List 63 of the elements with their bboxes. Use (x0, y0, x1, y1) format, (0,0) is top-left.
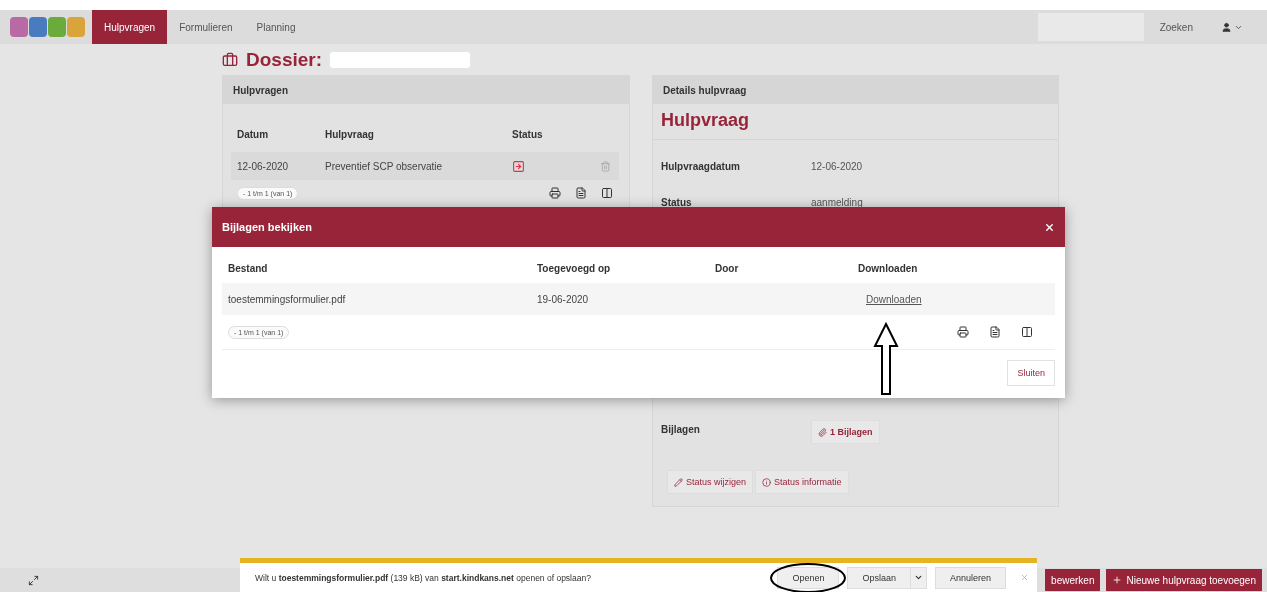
action-button[interactable]: Status informatie (755, 470, 849, 494)
close-icon (1020, 573, 1029, 582)
footer-button[interactable]: bewerken (1045, 569, 1101, 591)
search-button[interactable]: Zoeken (1147, 15, 1205, 39)
details-heading: Hulpvraag (653, 104, 1058, 140)
panel-title: Details hulpvraag (663, 84, 747, 96)
table-cell-text: 19-06-2020 (537, 293, 590, 305)
pencil-icon (674, 477, 683, 487)
column-header: Toegevoegd op (537, 262, 612, 274)
field-value: aanmelding (811, 196, 864, 208)
document-icon (575, 187, 587, 199)
close-dialog-button[interactable]: Sluiten (1007, 360, 1055, 386)
download-link[interactable]: Downloaden (866, 293, 922, 305)
nav-tab[interactable]: Formulieren (167, 10, 245, 44)
action-button[interactable]: Status wijzigen (667, 470, 754, 494)
field-value: 12-06-2020 (811, 160, 864, 172)
field-label: Hulpvraagdatum (661, 160, 741, 172)
field-label: Bijlagen (661, 423, 701, 435)
expand-icon (28, 574, 39, 586)
info-icon (762, 477, 772, 487)
document-icon (989, 326, 1001, 338)
download-message: Wilt u toestemmingsformulier.pdf (139 kB) van start.kindkans.net openen of opslaan? (255, 572, 591, 583)
trash-icon (599, 160, 611, 172)
column-header: Bestand (228, 262, 269, 274)
column-header: Datum (237, 128, 270, 140)
plus-icon (1112, 575, 1123, 585)
footer-button[interactable]: Nieuwe hulpvraag toevoegen (1106, 569, 1262, 591)
column-header: Downloaden (858, 262, 919, 274)
close-icon (1044, 221, 1055, 233)
columns-button[interactable] (1021, 326, 1033, 338)
columns-button[interactable] (601, 187, 613, 199)
table-cell-text: 12-06-2020 (237, 160, 290, 172)
logo-icon (10, 15, 86, 39)
open-button[interactable]: Openen (777, 566, 840, 589)
columns-icon (601, 187, 613, 199)
cancel-button[interactable]: Annuleren (934, 566, 1006, 589)
export-button[interactable] (989, 326, 1001, 338)
column-header: Door (715, 262, 740, 274)
paperclip-icon (818, 427, 827, 437)
caret-icon (913, 573, 923, 582)
print-button[interactable] (957, 326, 969, 338)
nav-tab[interactable]: Hulpvragen (92, 10, 168, 44)
modal-title: Bijlagen bekijken (222, 221, 312, 233)
save-button[interactable]: Opslaan (847, 566, 911, 589)
table-cell-text: Preventief SCP observatie (325, 160, 444, 172)
column-header: Status (512, 128, 544, 140)
columns-icon (1021, 326, 1033, 338)
close-button[interactable] (1044, 221, 1055, 233)
nav-tab[interactable]: Planning (244, 10, 308, 44)
attachments-button[interactable]: 1 Bijlagen (811, 420, 880, 444)
expand-button[interactable] (28, 574, 39, 586)
column-header: Hulpvraag (325, 128, 375, 140)
table-cell-text: toestemmingsformulier.pdf (228, 293, 347, 305)
print-icon (957, 326, 969, 338)
panel-title: Hulpvragen (233, 84, 288, 96)
user-icon (1221, 21, 1232, 33)
print-button[interactable] (549, 187, 561, 199)
export-button[interactable] (575, 187, 587, 199)
field-label: Status (661, 196, 693, 208)
status-square-icon (512, 159, 525, 173)
briefcase-icon (222, 51, 238, 68)
page-title: Dossier: (246, 48, 323, 71)
print-icon (549, 187, 561, 199)
